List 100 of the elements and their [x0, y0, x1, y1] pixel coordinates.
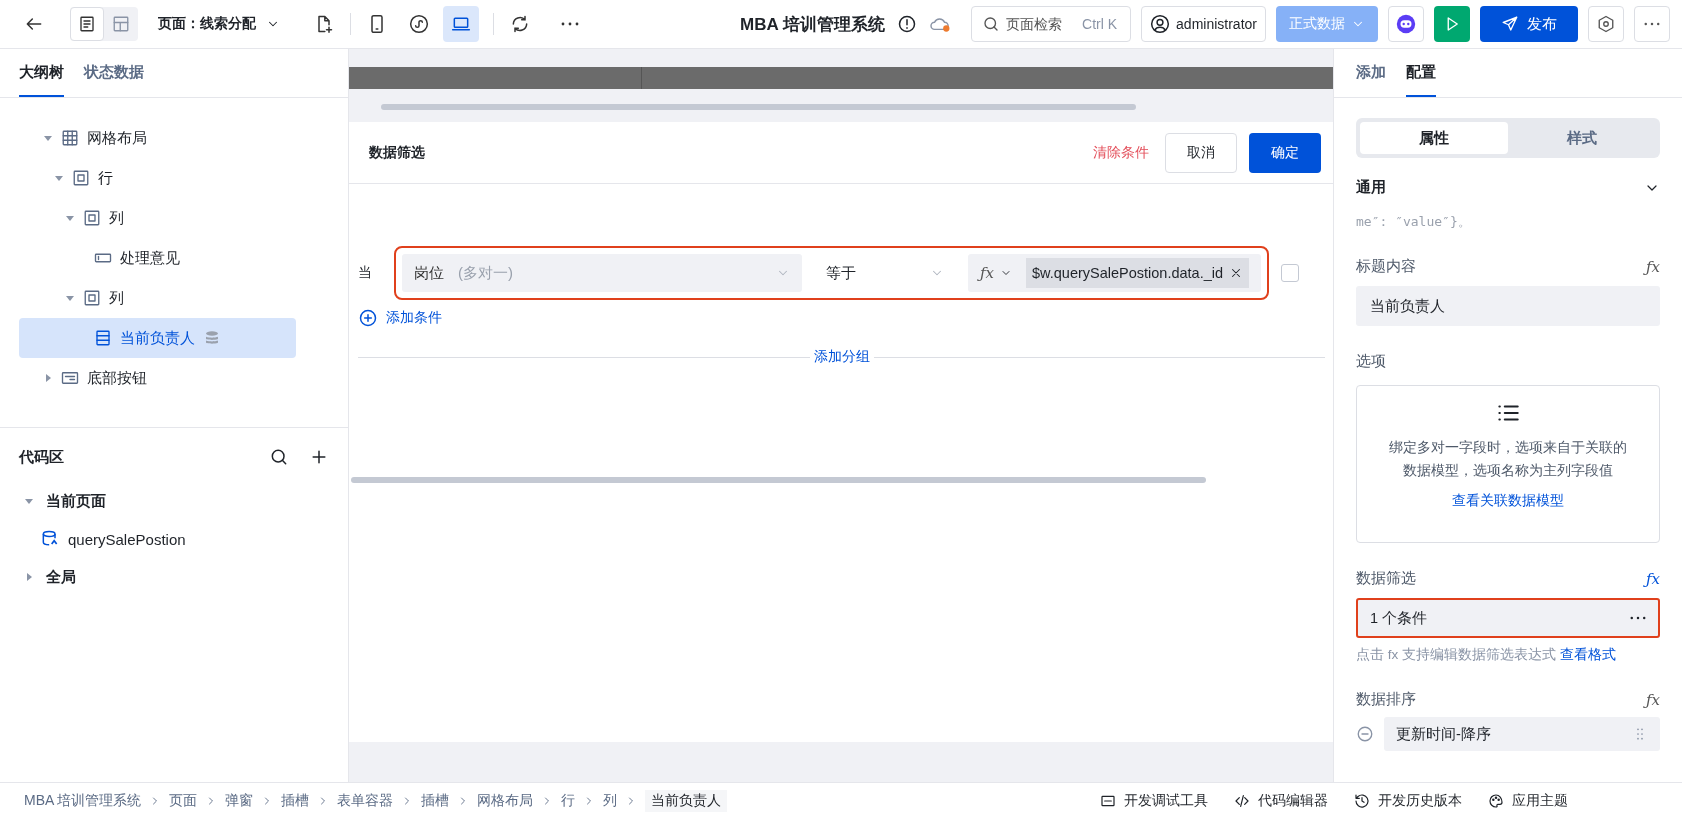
collapse-triangle-icon[interactable]: [65, 213, 75, 223]
panel-tab[interactable]: 添加: [1356, 49, 1386, 97]
laptop-icon: [451, 14, 471, 34]
select-icon: [94, 329, 112, 347]
tree-item[interactable]: 网格布局: [19, 118, 296, 158]
tree-item[interactable]: 底部按钮: [19, 358, 296, 398]
robot-icon: [1395, 13, 1417, 35]
tool-button[interactable]: 应用主题: [1488, 792, 1568, 810]
form-icon: [61, 369, 79, 387]
layout-icon: [112, 15, 130, 33]
remove-circle-icon: [1356, 725, 1374, 743]
breadcrumb-item[interactable]: 行: [561, 792, 576, 810]
filter-field[interactable]: 1 个条件: [1356, 598, 1660, 638]
operator-select[interactable]: 等于: [812, 254, 958, 292]
tree-label: 网格布局: [87, 128, 147, 148]
app-title: MBA 培训管理系统: [740, 13, 885, 36]
add-group-button[interactable]: 添加分组: [809, 348, 874, 366]
expand-triangle-icon[interactable]: [43, 373, 53, 383]
user-button[interactable]: administrator: [1141, 6, 1266, 42]
tree-label: 处理意见: [120, 248, 180, 268]
section-title: 通用: [1356, 178, 1386, 197]
palette-icon: [1488, 793, 1504, 809]
search-icon: [269, 447, 289, 467]
panel-tab[interactable]: 大纲树: [19, 49, 64, 97]
group-label[interactable]: 全局: [46, 567, 76, 587]
field-label: 数据筛选: [1356, 569, 1416, 588]
tool-button[interactable]: 开发历史版本: [1354, 792, 1462, 810]
field-label: 选项: [1356, 352, 1386, 371]
segment-tab[interactable]: 属性: [1360, 122, 1508, 154]
query-item[interactable]: querySalePostion: [0, 520, 348, 558]
tree-label: 行: [98, 168, 113, 188]
assistant-button[interactable]: [1388, 6, 1424, 42]
run-button[interactable]: [1434, 6, 1470, 42]
tree-item[interactable]: 当前负责人: [19, 318, 296, 358]
frame-icon: [72, 169, 90, 187]
breadcrumb-item[interactable]: MBA 培训管理系统: [24, 792, 142, 810]
collapse-triangle-icon[interactable]: [43, 133, 53, 143]
format-link[interactable]: 查看格式: [1559, 647, 1616, 662]
condition-prefix: 当: [358, 264, 372, 282]
frame-icon: [83, 209, 101, 227]
tree-item[interactable]: 行: [19, 158, 296, 198]
checkbox[interactable]: [1281, 264, 1299, 282]
page-selector[interactable]: 页面：线索分配: [158, 15, 280, 33]
database-sync-icon: [40, 529, 60, 549]
clear-button[interactable]: 清除条件: [1093, 143, 1149, 162]
more-icon: [1644, 22, 1660, 26]
breadcrumb-item[interactable]: 插槽: [281, 792, 310, 810]
publish-button[interactable]: 发布: [1480, 6, 1578, 42]
breadcrumb-item[interactable]: 页面: [169, 792, 198, 810]
grid-icon: [61, 129, 79, 147]
tree-item[interactable]: 列: [19, 278, 296, 318]
data-model-link[interactable]: 查看关联数据模型: [1452, 492, 1564, 511]
tool-button[interactable]: 代码编辑器: [1234, 792, 1328, 810]
dialog-title: 数据筛选: [369, 143, 425, 162]
device-button[interactable]: [443, 6, 479, 42]
database-icon: [203, 329, 221, 347]
code-icon: [1234, 793, 1250, 809]
tool-button[interactable]: 开发调试工具: [1100, 792, 1208, 810]
breadcrumb-item[interactable]: 弹窗: [225, 792, 254, 810]
breadcrumb-item[interactable]: 网格布局: [477, 792, 534, 810]
tree-item[interactable]: 处理意见: [19, 238, 296, 278]
breadcrumb-item[interactable]: 插槽: [421, 792, 450, 810]
confirm-button[interactable]: 确定: [1249, 132, 1321, 173]
sort-item[interactable]: 更新时间-降序: [1384, 717, 1660, 751]
field-label: 标题内容: [1356, 257, 1416, 276]
breadcrumb-item[interactable]: 当前负责人: [645, 790, 728, 812]
view-mode-button[interactable]: [70, 7, 104, 41]
add-condition-button[interactable]: 添加条件: [358, 308, 442, 328]
more-icon: [1630, 616, 1646, 620]
cloud-icon: [928, 15, 951, 33]
tree-label: 底部按钮: [87, 368, 147, 388]
field-label: 数据排序: [1356, 690, 1416, 709]
collapse-triangle-icon[interactable]: [54, 173, 64, 183]
collapse-triangle-icon[interactable]: [65, 293, 75, 303]
info-icon: [896, 14, 917, 34]
title-field[interactable]: 当前负责人: [1356, 286, 1660, 326]
expand-triangle-icon[interactable]: [24, 572, 34, 582]
breadcrumb-item[interactable]: 表单容器: [337, 792, 394, 810]
panel-tab[interactable]: 配置: [1406, 49, 1436, 97]
settings-button[interactable]: [1588, 6, 1624, 42]
search-button[interactable]: [269, 447, 289, 467]
breadcrumb-item[interactable]: 列: [603, 792, 618, 810]
cancel-button[interactable]: 取消: [1165, 132, 1237, 173]
group-label[interactable]: 当前页面: [46, 491, 106, 511]
tree-item[interactable]: 列: [19, 198, 296, 238]
more-icon: [561, 22, 579, 26]
frame-icon: [83, 289, 101, 307]
link-circle-icon: [409, 14, 429, 34]
options-note: 绑定多对一字段时，选项来自于关联的数据模型，选项名称为主列字段值: [1388, 438, 1628, 481]
field-select[interactable]: 岗位 (多对一): [402, 254, 802, 292]
segment-tab[interactable]: 样式: [1508, 122, 1656, 154]
send-icon: [1501, 15, 1519, 33]
plus-circle-icon: [358, 308, 378, 328]
collapse-triangle-icon[interactable]: [24, 496, 34, 506]
value-field[interactable]: ƒx $w.querySalePostion.data._id: [968, 254, 1261, 292]
refresh-icon: [510, 14, 530, 34]
panel-tab[interactable]: 状态数据: [84, 49, 144, 97]
hexagon-icon: [1597, 15, 1615, 33]
document-icon: [78, 15, 96, 33]
tree-label: 列: [109, 288, 124, 308]
